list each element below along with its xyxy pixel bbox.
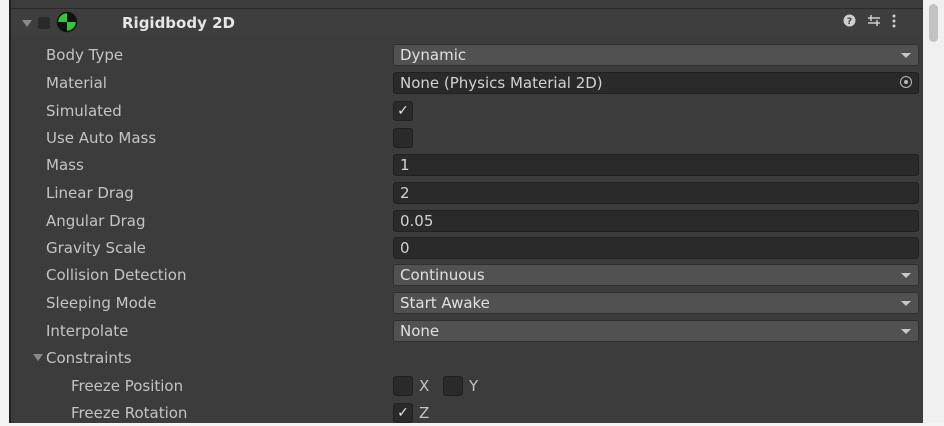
freeze-position-label: Freeze Position — [71, 377, 184, 395]
freeze-rotation-z-label: Z — [419, 404, 430, 422]
component-header[interactable]: Rigidbody 2D ? — [11, 8, 925, 37]
linear-drag-input[interactable]: 2 — [393, 182, 919, 204]
freeze-position-y-label: Y — [469, 377, 479, 395]
interpolate-row: Interpolate None — [11, 318, 925, 344]
component-enabled-toggle[interactable] — [38, 17, 50, 29]
chevron-down-icon — [901, 53, 911, 58]
body-type-value: Dynamic — [400, 46, 467, 64]
angular-drag-row: Angular Drag 0.05 — [11, 208, 925, 234]
body-type-label: Body Type — [46, 46, 124, 64]
inspector-panel: Rigidbody 2D ? Body Type Dynamic Materia… — [9, 0, 925, 423]
object-picker-icon[interactable] — [900, 76, 912, 88]
collision-detection-dropdown[interactable]: Continuous — [393, 264, 919, 286]
chevron-down-icon — [901, 329, 911, 334]
svg-text:?: ? — [847, 17, 852, 27]
collision-detection-value: Continuous — [400, 266, 485, 284]
gravity-scale-label: Gravity Scale — [46, 239, 146, 257]
chevron-down-icon — [901, 273, 911, 278]
fold-arrow-icon[interactable] — [22, 20, 32, 27]
sleeping-mode-row: Sleeping Mode Start Awake — [11, 290, 925, 316]
collision-detection-label: Collision Detection — [46, 266, 187, 284]
simulated-checkbox[interactable]: ✓ — [393, 101, 413, 121]
angular-drag-label: Angular Drag — [46, 212, 146, 230]
constraints-foldout[interactable]: Constraints — [11, 345, 925, 371]
freeze-rotation-label: Freeze Rotation — [71, 404, 188, 422]
gravity-scale-value: 0 — [400, 239, 410, 257]
rigidbody2d-icon — [56, 11, 78, 37]
interpolate-label: Interpolate — [46, 322, 129, 340]
material-object-field[interactable]: None (Physics Material 2D) — [393, 72, 919, 94]
angular-drag-input[interactable]: 0.05 — [393, 210, 919, 232]
inspector-scrollbar[interactable] — [923, 0, 944, 423]
sleeping-mode-dropdown[interactable]: Start Awake — [393, 292, 919, 314]
body-type-dropdown[interactable]: Dynamic — [393, 44, 919, 66]
material-row: Material None (Physics Material 2D) — [11, 70, 925, 96]
simulated-label: Simulated — [46, 102, 122, 120]
freeze-rotation-z-checkbox[interactable]: ✓ — [393, 403, 413, 423]
use-auto-mass-checkbox[interactable] — [393, 128, 413, 148]
preset-icon[interactable] — [867, 14, 881, 31]
linear-drag-value: 2 — [400, 184, 410, 202]
use-auto-mass-label: Use Auto Mass — [46, 129, 157, 147]
angular-drag-value: 0.05 — [400, 212, 434, 230]
mass-value: 1 — [400, 156, 410, 174]
component-title: Rigidbody 2D — [122, 14, 235, 32]
help-icon[interactable]: ? — [843, 14, 856, 31]
chevron-down-icon — [901, 301, 911, 306]
fold-arrow-icon[interactable] — [33, 354, 43, 361]
gravity-scale-input[interactable]: 0 — [393, 237, 919, 259]
simulated-row: Simulated ✓ — [11, 98, 925, 124]
linear-drag-row: Linear Drag 2 — [11, 180, 925, 206]
body-type-row: Body Type Dynamic — [11, 42, 925, 68]
sleeping-mode-label: Sleeping Mode — [46, 294, 157, 312]
material-label: Material — [46, 74, 107, 92]
interpolate-value: None — [400, 322, 440, 340]
mass-input[interactable]: 1 — [393, 154, 919, 176]
interpolate-dropdown[interactable]: None — [393, 320, 919, 342]
material-value: None (Physics Material 2D) — [400, 74, 603, 92]
freeze-position-row: Freeze Position X Y — [11, 373, 925, 399]
freeze-position-y-checkbox[interactable] — [443, 376, 463, 396]
gravity-scale-row: Gravity Scale 0 — [11, 235, 925, 261]
sleeping-mode-value: Start Awake — [400, 294, 490, 312]
mass-label: Mass — [46, 156, 84, 174]
mass-row: Mass 1 — [11, 152, 925, 178]
collision-detection-row: Collision Detection Continuous — [11, 262, 925, 288]
freeze-rotation-row: Freeze Rotation ✓ Z — [11, 400, 925, 426]
linear-drag-label: Linear Drag — [46, 184, 134, 202]
freeze-position-x-label: X — [419, 377, 430, 395]
more-options-icon[interactable] — [891, 14, 897, 32]
constraints-label: Constraints — [46, 349, 132, 367]
scrollbar-thumb[interactable] — [929, 4, 938, 42]
use-auto-mass-row: Use Auto Mass — [11, 125, 925, 151]
freeze-position-x-checkbox[interactable] — [393, 376, 413, 396]
